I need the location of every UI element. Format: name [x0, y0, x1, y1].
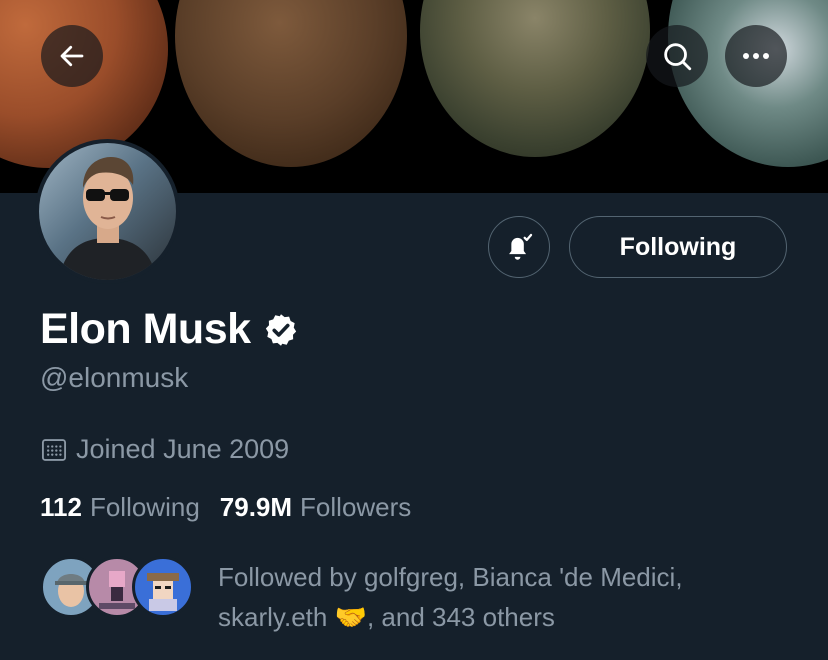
bell-check-icon — [509, 233, 533, 260]
followed-by-text[interactable]: Followed by golfgreg, Bianca 'de Medici,… — [218, 557, 778, 637]
following-count: 112 — [40, 492, 82, 522]
followers-count: 79.9M — [219, 492, 293, 522]
verified-badge-icon[interactable] — [263, 312, 299, 348]
banner-planet — [175, 0, 407, 167]
followed-by-avatars[interactable] — [40, 556, 194, 618]
follow-counts: 112 Following 79.9M Followers — [40, 492, 431, 523]
following-label: Following — [89, 492, 200, 522]
joined-date: Joined June 2009 — [40, 434, 289, 465]
followed-by-name: skarly.eth — [218, 602, 328, 632]
search-button[interactable] — [646, 25, 708, 87]
banner-planet — [420, 0, 650, 157]
joined-text: Joined June 2009 — [76, 434, 290, 464]
avatar — [132, 556, 194, 618]
calendar-icon — [41, 438, 67, 461]
followers-count-link[interactable]: 79.9M Followers — [220, 492, 432, 523]
followed-by-line2: skarly.eth 🤝, and 343 others — [218, 597, 778, 637]
notifications-button[interactable] — [488, 216, 550, 278]
avatar-image — [39, 143, 176, 280]
followed-by-line1: Followed by golfgreg, Bianca 'de Medici, — [218, 562, 683, 592]
display-name: Elon Musk — [40, 305, 251, 353]
back-button[interactable] — [41, 25, 103, 87]
following-count-link[interactable]: 112 Following — [40, 492, 220, 523]
arrow-left-icon — [60, 45, 84, 67]
profile-avatar[interactable] — [35, 139, 180, 284]
followers-label: Followers — [300, 492, 412, 522]
following-button[interactable]: Following — [569, 216, 787, 278]
username-handle: @elonmusk — [40, 362, 189, 393]
name-row: Elon Musk — [40, 305, 299, 354]
more-horizontal-icon — [743, 53, 769, 59]
more-button[interactable] — [725, 25, 787, 87]
handshake-icon: 🤝 — [334, 602, 367, 632]
followed-by-others: , and 343 others — [366, 602, 555, 632]
search-icon — [664, 43, 692, 71]
